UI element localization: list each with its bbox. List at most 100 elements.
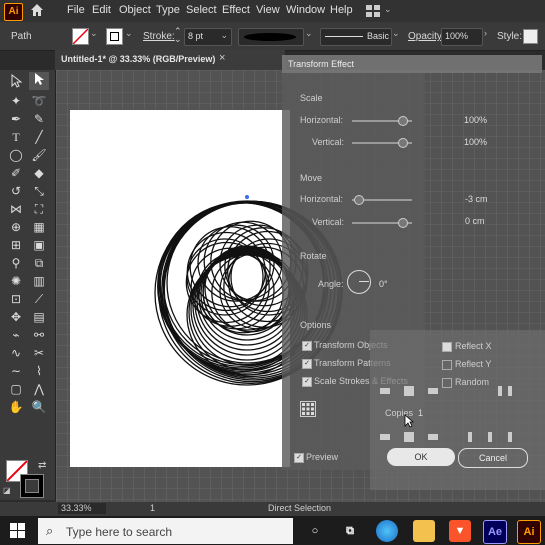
windows-start-icon[interactable] bbox=[10, 523, 25, 538]
align-buttons-row[interactable] bbox=[378, 382, 538, 402]
menu-view[interactable]: View bbox=[256, 4, 280, 16]
print-tiling-tool-icon[interactable]: ▢ bbox=[6, 380, 26, 398]
rotate-tool-icon[interactable]: ↺ bbox=[6, 182, 26, 200]
scale-horizontal-value[interactable]: 100% bbox=[464, 115, 487, 125]
direct-selection-tool-icon[interactable] bbox=[29, 72, 49, 90]
graphic-style-swatch[interactable] bbox=[523, 29, 538, 44]
paintbrush-tool-icon[interactable]: 🖌 bbox=[29, 146, 49, 164]
scale-vertical-knob[interactable] bbox=[398, 138, 408, 148]
type-tool-icon[interactable]: T bbox=[6, 128, 26, 146]
gradient-tool-icon[interactable]: ▣ bbox=[29, 236, 49, 254]
illustrator-taskbar-icon[interactable]: Ai bbox=[517, 520, 541, 544]
perspective-grid-tool-icon[interactable]: ▦ bbox=[29, 218, 49, 236]
edge-browser-icon[interactable] bbox=[376, 520, 398, 542]
document-tab[interactable]: Untitled-1* @ 33.33% (RGB/Preview) × bbox=[55, 50, 285, 71]
reference-point-icon[interactable] bbox=[300, 401, 316, 417]
chevron-down-icon[interactable]: ⌄ bbox=[384, 4, 392, 15]
stroke-color-box[interactable] bbox=[20, 474, 44, 498]
taskbar-search-box[interactable]: ⌕ Type here to search bbox=[38, 518, 293, 544]
transform-objects-checkbox[interactable]: ✓ bbox=[302, 341, 312, 351]
menu-select[interactable]: Select bbox=[186, 4, 217, 16]
warp-tool-icon[interactable]: ∿ bbox=[6, 344, 26, 362]
line-segment-tool-icon[interactable]: ╱ bbox=[29, 128, 49, 146]
transform-dialog-titlebar[interactable]: Transform Effect bbox=[282, 55, 542, 73]
brave-browser-icon[interactable]: ▼ bbox=[449, 520, 471, 542]
blend-tool-icon[interactable]: ⧉ bbox=[29, 254, 49, 272]
after-effects-icon[interactable]: Ae bbox=[483, 520, 507, 544]
zoom-field[interactable]: 33.33% bbox=[58, 503, 106, 514]
path-eraser-tool-icon[interactable]: ⌇ bbox=[29, 362, 49, 380]
menu-type[interactable]: Type bbox=[156, 4, 180, 16]
fill-swatch[interactable] bbox=[72, 28, 89, 45]
lasso-tool-icon[interactable]: ➰ bbox=[29, 92, 49, 110]
move-horizontal-knob[interactable] bbox=[354, 195, 364, 205]
smooth-tool-icon[interactable]: ∼ bbox=[6, 362, 26, 380]
variable-width-profile[interactable] bbox=[238, 28, 304, 46]
pen-tool-icon[interactable]: ✒ bbox=[6, 110, 26, 128]
scale-vertical-value[interactable]: 100% bbox=[464, 137, 487, 147]
zoom-tool-icon[interactable]: 🔍 bbox=[29, 398, 49, 416]
column-graph-tool-icon[interactable]: ▥ bbox=[29, 272, 49, 290]
preview-checkbox[interactable]: ✓ bbox=[294, 453, 304, 463]
opacity-label[interactable]: Opacity: bbox=[408, 31, 445, 42]
angle-value[interactable]: 0° bbox=[379, 279, 388, 289]
menu-help[interactable]: Help bbox=[330, 4, 353, 16]
stroke-label[interactable]: Stroke: bbox=[143, 31, 175, 42]
anchor-point[interactable] bbox=[245, 195, 249, 199]
scale-horizontal-knob[interactable] bbox=[398, 116, 408, 126]
curvature-tool-icon[interactable]: ✎ bbox=[29, 110, 49, 128]
menu-file[interactable]: File bbox=[67, 4, 85, 16]
cortana-icon[interactable]: ○ bbox=[304, 520, 326, 542]
move-horizontal-value[interactable]: -3 cm bbox=[465, 194, 488, 204]
reflect-y-checkbox[interactable] bbox=[442, 360, 452, 370]
knife-tool-icon[interactable]: ⌁ bbox=[6, 326, 26, 344]
chevron-down-icon[interactable]: ⌄ bbox=[392, 28, 400, 39]
free-transform-tool-icon[interactable]: ⛶ bbox=[29, 200, 49, 218]
chevron-down-icon[interactable]: ⌄ bbox=[125, 28, 133, 39]
artboard-tool-icon[interactable]: ⊡ bbox=[6, 290, 26, 308]
artboard-navigation-field[interactable]: 1 bbox=[150, 503, 155, 513]
symbol-sprayer-tool-icon[interactable]: ✺ bbox=[6, 272, 26, 290]
scale-strokes-checkbox[interactable]: ✓ bbox=[302, 377, 312, 387]
menu-edit[interactable]: Edit bbox=[92, 4, 111, 16]
swap-colors-icon[interactable]: ⇄ bbox=[38, 460, 46, 471]
shaper-tool-icon[interactable]: ✐ bbox=[6, 164, 26, 182]
selection-tool-icon[interactable] bbox=[6, 73, 26, 92]
shape-builder-tool-icon[interactable]: ⊕ bbox=[6, 218, 26, 236]
live-paint-tool-icon[interactable]: ▤ bbox=[29, 308, 49, 326]
stroke-weight-field[interactable]: 8 pt ⌄ bbox=[184, 28, 232, 46]
menu-window[interactable]: Window bbox=[286, 4, 325, 16]
puppet-warp-tool-icon[interactable]: ✥ bbox=[6, 308, 26, 326]
move-vertical-value[interactable]: 0 cm bbox=[465, 216, 485, 226]
move-vertical-knob[interactable] bbox=[398, 218, 408, 228]
stroke-swatch[interactable] bbox=[106, 28, 123, 45]
magic-wand-tool-icon[interactable]: ✦ bbox=[6, 92, 26, 110]
eyedropper-tool-icon[interactable]: ⚲ bbox=[6, 254, 26, 272]
chevron-right-icon[interactable]: › bbox=[484, 28, 487, 38]
opacity-field[interactable]: 100% bbox=[441, 28, 483, 46]
width-tool-icon[interactable]: ⋈ bbox=[6, 200, 26, 218]
distribute-buttons-row[interactable] bbox=[378, 428, 538, 448]
file-explorer-icon[interactable] bbox=[413, 520, 435, 542]
ellipse-tool-icon[interactable]: ◯ bbox=[6, 146, 26, 164]
anchor-point-tool-icon[interactable]: ⋀ bbox=[29, 380, 49, 398]
stepper-icon[interactable]: ⌃ ⌄ bbox=[174, 27, 182, 44]
scale-tool-icon[interactable]: ⤡ bbox=[29, 182, 49, 200]
menu-object[interactable]: Object bbox=[119, 4, 151, 16]
eraser-tool-icon[interactable]: ◆ bbox=[29, 164, 49, 182]
ok-button[interactable]: OK bbox=[387, 448, 455, 466]
scissors-tool-icon[interactable]: ✂ bbox=[29, 344, 49, 362]
reflect-x-checkbox[interactable] bbox=[442, 342, 452, 352]
chevron-down-icon[interactable]: ⌄ bbox=[305, 28, 313, 39]
copies-value[interactable]: 1 bbox=[418, 408, 423, 418]
angle-dial[interactable] bbox=[347, 270, 371, 294]
transform-patterns-checkbox[interactable]: ✓ bbox=[302, 359, 312, 369]
task-view-icon[interactable]: ⧉ bbox=[339, 520, 361, 542]
workspace-switcher-icon[interactable] bbox=[366, 5, 380, 17]
hand-tool-icon[interactable]: ✋ bbox=[6, 398, 26, 416]
mesh-tool-icon[interactable]: ⊞ bbox=[6, 236, 26, 254]
cancel-button[interactable]: Cancel bbox=[458, 448, 528, 468]
default-colors-icon[interactable]: ◪ bbox=[3, 486, 11, 495]
home-icon[interactable] bbox=[30, 3, 44, 17]
close-tab-icon[interactable]: × bbox=[219, 52, 225, 64]
